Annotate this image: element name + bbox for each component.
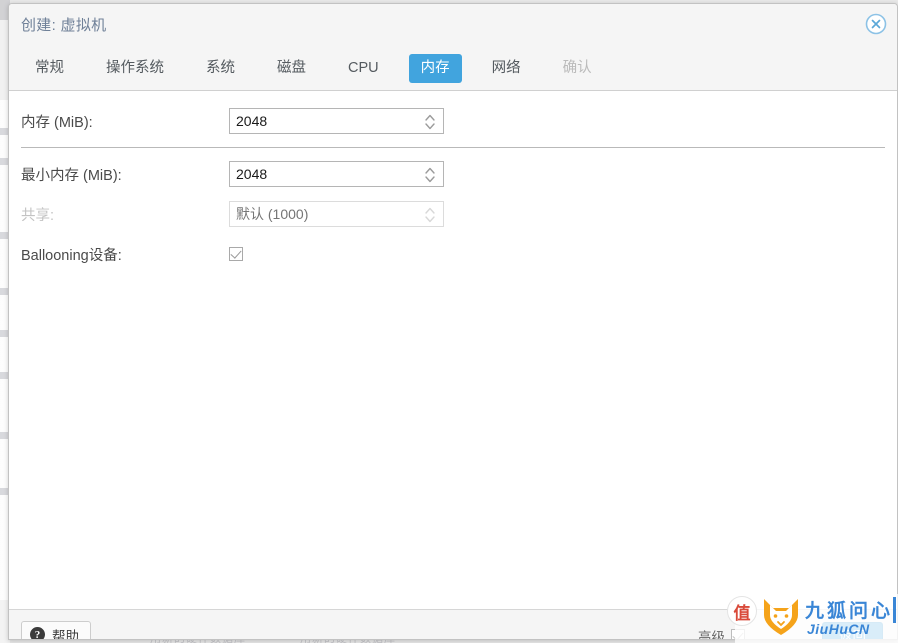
tab-network[interactable]: 网络 <box>480 54 533 83</box>
question-mark-icon: ? <box>30 627 45 639</box>
wizard-tab-bar: 常规 操作系统 系统 磁盘 CPU 内存 网络 确认 <box>9 46 897 91</box>
ballooning-checkbox[interactable] <box>229 247 243 261</box>
min-memory-input[interactable] <box>230 162 415 186</box>
help-button[interactable]: ? 帮助 <box>21 621 91 640</box>
min-memory-row: 最小内存 (MiB): <box>9 154 897 194</box>
tab-memory[interactable]: 内存 <box>408 53 462 83</box>
dialog-title: 创建: 虚拟机 <box>21 17 107 34</box>
advanced-checkbox[interactable] <box>731 629 745 639</box>
min-memory-label: 最小内存 (MiB): <box>21 167 122 184</box>
tab-cpu[interactable]: CPU <box>336 54 391 83</box>
shares-spinner <box>229 201 444 227</box>
dialog-footer: ? 帮助 高级 返回 <box>9 609 897 640</box>
tab-os[interactable]: 操作系统 <box>94 54 176 83</box>
memory-spinner[interactable] <box>229 108 444 134</box>
ballooning-row: Ballooning设备: <box>9 234 897 274</box>
spinner-arrows-icon[interactable] <box>424 165 436 185</box>
min-memory-spinner[interactable] <box>229 161 444 187</box>
close-icon[interactable] <box>865 13 887 35</box>
memory-input[interactable] <box>230 109 415 133</box>
shares-input <box>230 202 415 226</box>
create-vm-dialog: 创建: 虚拟机 常规 操作系统 系统 磁盘 CPU 内存 网络 确认 内存 (M… <box>8 3 898 640</box>
spinner-arrows-icon <box>425 207 435 223</box>
memory-settings-panel: 内存 (MiB): 最小内存 (MiB): 共享 <box>9 91 897 609</box>
section-divider <box>21 147 885 148</box>
dialog-header: 创建: 虚拟机 <box>9 4 897 46</box>
shares-label: 共享: <box>21 207 55 224</box>
help-button-label: 帮助 <box>52 628 79 640</box>
tab-general[interactable]: 常规 <box>23 54 76 83</box>
advanced-label: 高级 <box>698 630 725 640</box>
advanced-toggle[interactable]: 高级 <box>698 626 745 640</box>
tab-system[interactable]: 系统 <box>194 54 247 83</box>
spinner-arrows-icon[interactable] <box>424 112 436 132</box>
memory-label: 内存 (MiB): <box>21 114 93 131</box>
ballooning-label: Ballooning设备: <box>21 247 122 264</box>
tab-confirm: 确认 <box>562 59 592 76</box>
memory-row: 内存 (MiB): <box>9 101 897 141</box>
next-button[interactable]: 返回 <box>822 622 883 639</box>
tab-disks[interactable]: 磁盘 <box>265 54 318 83</box>
shares-row: 共享: <box>9 194 897 234</box>
